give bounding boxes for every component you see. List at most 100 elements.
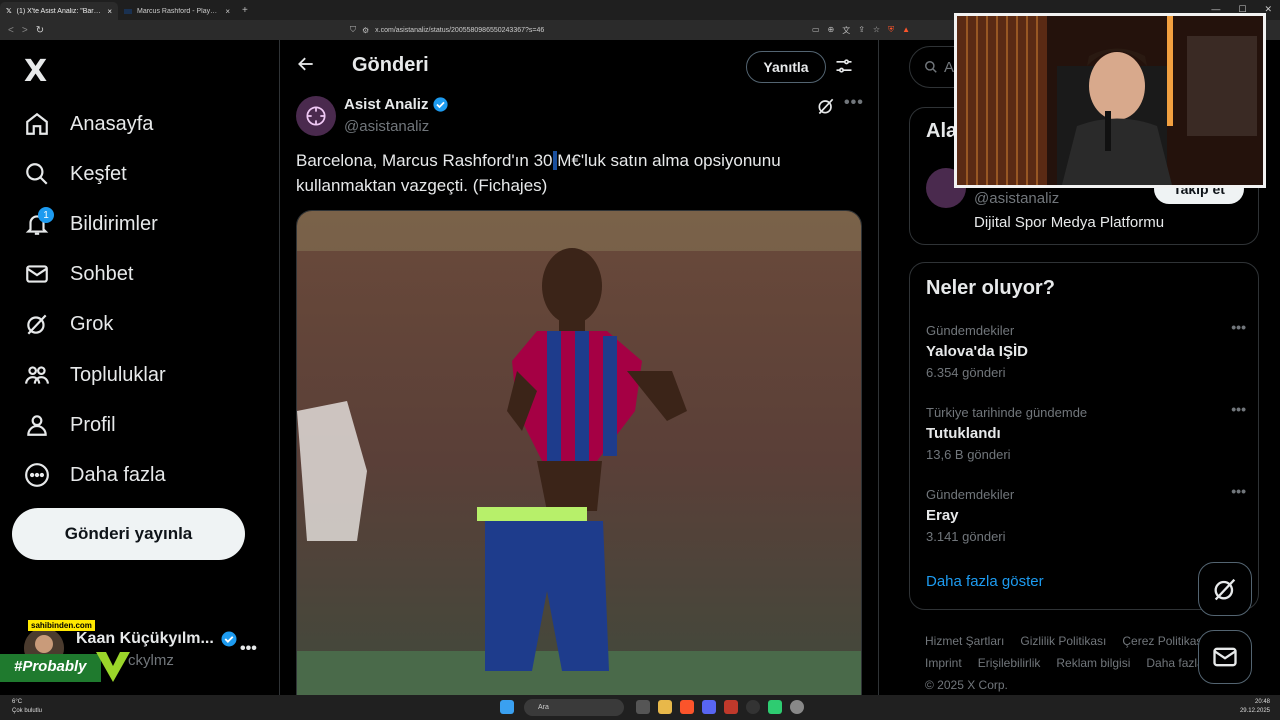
back-nav-icon[interactable]: < xyxy=(8,25,14,36)
footer-link[interactable]: Imprint xyxy=(925,656,962,670)
forward-nav-icon[interactable]: > xyxy=(22,25,28,36)
nav-label: Topluluklar xyxy=(70,363,166,386)
footer-link[interactable]: Çerez Politikası xyxy=(1122,634,1205,648)
nav-label: Anasayfa xyxy=(70,112,154,135)
footer-links: Hizmet Şartları Gizlilik Politikası Çerez … xyxy=(925,630,1225,696)
nav-item-grok[interactable]: Grok xyxy=(24,304,113,344)
nav-item-communities[interactable]: Topluluklar xyxy=(24,355,166,395)
search-icon xyxy=(24,161,50,187)
brave-browser-icon[interactable] xyxy=(680,700,694,714)
taskbar-search-text: Ara xyxy=(538,704,549,711)
zoom-icon[interactable]: ⊕ xyxy=(828,25,835,36)
taskbar-search[interactable]: Ara xyxy=(524,699,624,716)
trend-count: 6.354 gönderi xyxy=(926,365,1006,380)
nav-item-explore[interactable]: Keşfet xyxy=(24,154,127,194)
cast-icon[interactable]: ▭ xyxy=(812,25,820,36)
show-more-link[interactable]: Daha fazla göster xyxy=(926,573,1044,590)
grok-icon xyxy=(1214,578,1236,601)
trend-item[interactable]: Türkiye tarihinde gündemde Tutuklandı 13… xyxy=(926,401,1246,475)
post-more-icon[interactable]: ••• xyxy=(844,94,864,112)
trend-item[interactable]: Gündemdekiler Yalova'da IŞİD 6.354 gönde… xyxy=(926,319,1246,393)
trend-category: Türkiye tarihinde gündemde xyxy=(926,405,1088,420)
nav-item-home[interactable]: Anasayfa xyxy=(24,104,153,144)
x-logo-icon[interactable]: X xyxy=(24,54,47,89)
app-icon[interactable] xyxy=(724,700,738,714)
account-name: Kaan Küçükyılm... xyxy=(76,630,238,648)
system-clock[interactable]: 20:48 29.12.2025 xyxy=(1240,698,1270,716)
tab-close-icon[interactable]: × xyxy=(225,7,230,16)
post-author-avatar[interactable] xyxy=(296,96,336,136)
trend-count: 13,6 B gönderi xyxy=(926,447,1011,462)
filter-sliders-icon[interactable] xyxy=(834,56,854,76)
trend-more-icon[interactable]: ••• xyxy=(1231,401,1246,417)
nav-item-more[interactable]: Daha fazla xyxy=(24,455,166,495)
nav-item-profile[interactable]: Profil xyxy=(24,405,116,445)
page-title: Gönderi xyxy=(352,54,429,76)
home-icon xyxy=(24,111,50,137)
post-button[interactable]: Gönderi yayınla xyxy=(12,508,245,560)
profile-icon xyxy=(24,412,50,438)
tab-close-icon[interactable]: × xyxy=(107,7,112,16)
trends-card: Neler oluyor? Gündemdekiler Yalova'da IŞ… xyxy=(909,262,1259,610)
brave-shield-icon[interactable]: ⛨ xyxy=(888,25,894,36)
footer-link[interactable]: Gizlilik Politikası xyxy=(1020,634,1106,648)
browser-tab-x[interactable]: 𝕏 (1) X'te Asist Analiz: "Barcelona... × xyxy=(0,2,118,20)
reload-icon[interactable]: ↻ xyxy=(36,25,44,36)
nav-item-chat[interactable]: Sohbet xyxy=(24,254,133,294)
tab-title: Marcus Rashford - Player profile 25/2... xyxy=(137,7,220,15)
grok-icon xyxy=(24,311,50,337)
post-author-name[interactable]: Asist Analiz xyxy=(344,96,449,113)
file-explorer-icon[interactable] xyxy=(658,700,672,714)
bookmark-icon[interactable]: ⛉ xyxy=(350,25,356,35)
nav-label: Grok xyxy=(70,312,114,335)
post-author-handle[interactable]: @asistanaliz xyxy=(344,118,429,135)
grok-float-button[interactable] xyxy=(1198,562,1252,616)
mail-icon xyxy=(1213,647,1237,667)
translate-icon[interactable]: 文 xyxy=(842,25,850,36)
trend-more-icon[interactable]: ••• xyxy=(1231,319,1246,335)
discord-icon[interactable] xyxy=(702,700,716,714)
verified-badge-icon xyxy=(221,631,237,647)
brave-rewards-icon[interactable]: ▲ xyxy=(902,25,910,36)
reply-button[interactable]: Yanıtla xyxy=(746,51,826,83)
account-more-icon[interactable]: ••• xyxy=(240,640,257,658)
messages-float-button[interactable] xyxy=(1198,630,1252,684)
account-handle: ckylmz xyxy=(128,652,174,669)
post-image[interactable] xyxy=(296,210,862,695)
footer-link[interactable]: Hizmet Şartları xyxy=(925,634,1004,648)
trend-item[interactable]: Gündemdekiler Eray 3.141 gönderi ••• xyxy=(926,483,1246,557)
post-detail-column: Gönderi Yanıtla Asist Analiz @asistanali… xyxy=(280,40,878,695)
app-icon[interactable] xyxy=(768,700,782,714)
nav-item-notifications[interactable]: 1 Bildirimler xyxy=(24,204,158,244)
windows-start-icon[interactable] xyxy=(500,700,514,714)
post-author-name-text[interactable]: Asist Analiz xyxy=(344,96,428,113)
copyright: © 2025 X Corp. xyxy=(925,678,1008,692)
browser-tab-transfermarkt[interactable]: Marcus Rashford - Player profile 25/2...… xyxy=(118,2,236,20)
site-info-icon[interactable]: ⚙ xyxy=(362,26,369,35)
share-icon[interactable]: ⇪ xyxy=(858,25,865,36)
author-card-handle[interactable]: @asistanaliz xyxy=(974,190,1059,207)
clock-time: 20:48 xyxy=(1254,699,1270,705)
author-card-title: Ala xyxy=(926,120,958,142)
url-field[interactable]: ⛉ ⚙ x.com/asistanaliz/status/20055809865… xyxy=(350,23,910,37)
footer-link[interactable]: Daha fazla xyxy=(1146,656,1203,670)
weather-widget[interactable]: 6°C Çok bulutlu xyxy=(12,698,42,716)
grok-explain-icon[interactable] xyxy=(816,96,836,116)
new-tab-button[interactable]: + xyxy=(242,5,248,16)
trend-name: Eray xyxy=(926,507,959,524)
task-view-icon[interactable] xyxy=(636,700,650,714)
search-placeholder: A xyxy=(944,58,955,76)
stream-overlay-tag: #Probably xyxy=(0,654,101,682)
footer-link[interactable]: Reklam bilgisi xyxy=(1056,656,1130,670)
nav-label: Daha fazla xyxy=(70,463,166,486)
back-arrow-icon[interactable] xyxy=(296,54,316,80)
footer-link[interactable]: Erişilebilirlik xyxy=(978,656,1041,670)
bookmark-star-icon[interactable]: ☆ xyxy=(873,25,880,36)
obs-icon[interactable] xyxy=(746,700,760,714)
trend-more-icon[interactable]: ••• xyxy=(1231,483,1246,499)
x-favicon-icon: 𝕏 xyxy=(6,8,12,15)
webcam-overlay xyxy=(954,13,1266,188)
app-icon[interactable] xyxy=(790,700,804,714)
url-text[interactable]: x.com/asistanaliz/status/200558098655024… xyxy=(375,27,806,34)
search-icon xyxy=(925,61,937,73)
